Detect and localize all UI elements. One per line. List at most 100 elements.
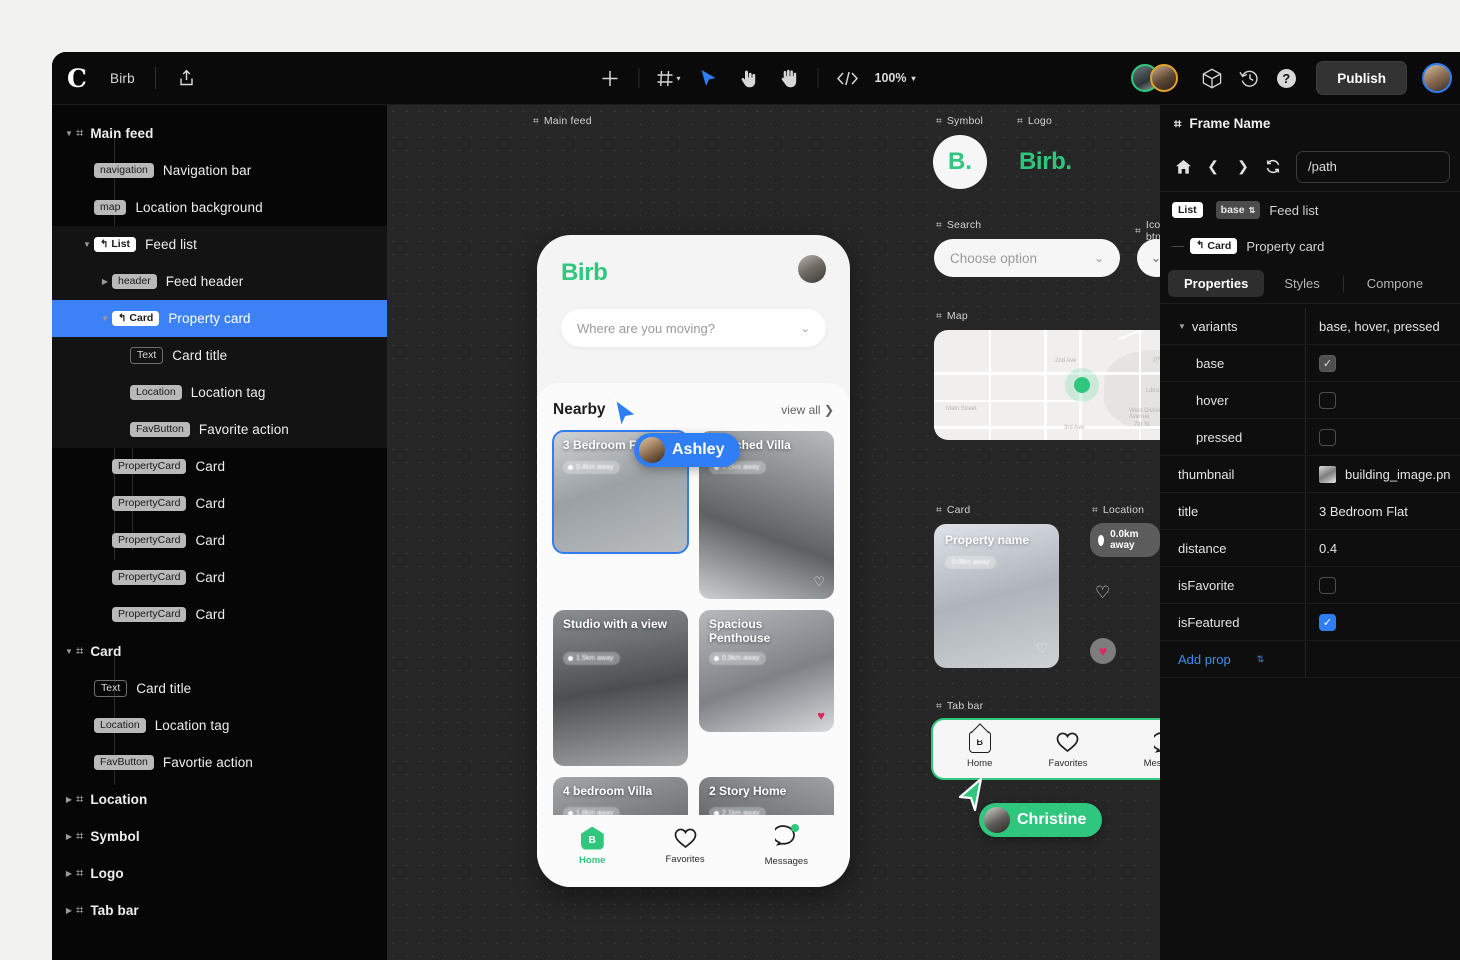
property-row[interactable]: title3 Bedroom Flat <box>1160 493 1460 530</box>
symbol-component[interactable]: B. <box>933 135 987 189</box>
frame-icon[interactable]: ▾ <box>650 61 688 95</box>
logo-component[interactable]: Birb. <box>1019 148 1072 176</box>
property-row[interactable]: hover <box>1160 382 1460 419</box>
layer-row[interactable]: LocationLocation tag <box>52 374 387 411</box>
hand-grab-icon[interactable] <box>770 61 808 95</box>
property-row[interactable]: thumbnailbuilding_image.pn <box>1160 456 1460 493</box>
add-icon[interactable] <box>591 61 629 95</box>
property-card[interactable]: Spacious Penthouse 0.9km away ♥ <box>699 610 834 732</box>
property-value[interactable]: 0.4 <box>1305 541 1460 556</box>
share-icon[interactable] <box>174 65 200 91</box>
property-checkbox[interactable] <box>1319 392 1336 409</box>
property-checkbox[interactable] <box>1319 577 1336 594</box>
frame-label-logo[interactable]: ⌗ Logo <box>1017 115 1052 127</box>
cursor-select-icon[interactable] <box>690 61 728 95</box>
property-value[interactable]: 3 Bedroom Flat <box>1305 504 1460 519</box>
layer-row[interactable]: navigationNavigation bar <box>52 152 387 189</box>
chevron-right-icon[interactable]: ❯ <box>1230 154 1256 180</box>
tab-styles[interactable]: Styles <box>1268 270 1335 297</box>
property-row[interactable]: isFavorite <box>1160 567 1460 604</box>
tab-favorites[interactable]: Favorites <box>666 828 705 865</box>
property-card[interactable]: Studio with a view 1.5km away <box>553 610 688 766</box>
stepper-icon[interactable]: ⇅ <box>1257 654 1265 665</box>
inspector-panel[interactable]: ⌗ Frame Name ❮ ❯ /path List base ⇅ <box>1160 105 1460 960</box>
layer-row[interactable]: PropertyCardCard <box>52 448 387 485</box>
tab-favorites[interactable]: Favorites <box>1048 732 1087 769</box>
phone-user-avatar[interactable] <box>798 255 826 283</box>
layers-panel[interactable]: ▼⌗Main feednavigationNavigation barmapLo… <box>52 105 387 960</box>
layer-row[interactable]: ▼↰CardProperty card <box>52 300 387 337</box>
layer-row[interactable]: FavButtonFavorite action <box>52 411 387 448</box>
breadcrumb-property-card[interactable]: ↰ Card Property card <box>1160 228 1460 264</box>
chevron-left-icon[interactable]: ❮ <box>1200 154 1226 180</box>
property-row[interactable]: ▼variantsbase, hover, pressed <box>1160 308 1460 345</box>
favorite-icon[interactable]: ♡ <box>813 574 825 590</box>
view-all-link[interactable]: view all ❯ <box>781 403 834 417</box>
frame-label-card[interactable]: ⌗ Card <box>936 504 970 516</box>
tab-components[interactable]: Compone <box>1351 270 1439 297</box>
layer-row[interactable]: PropertyCardCard <box>52 596 387 633</box>
map-location-dot[interactable] <box>1074 377 1090 393</box>
layer-row[interactable]: TextCard title <box>52 670 387 707</box>
layer-row[interactable]: ▼⌗Card <box>52 633 387 670</box>
layer-row[interactable]: LocationLocation tag <box>52 707 387 744</box>
favorite-icon-inactive[interactable]: ♡ <box>1095 583 1110 603</box>
chevron-down-icon[interactable]: ▼ <box>62 129 76 138</box>
layer-row[interactable]: ▶⌗Location <box>52 781 387 818</box>
package-icon[interactable] <box>1195 61 1229 95</box>
icon-button-component[interactable]: ⌄ <box>1137 239 1160 277</box>
publish-button[interactable]: Publish <box>1316 61 1407 95</box>
chevron-down-icon[interactable]: ▼ <box>62 647 76 656</box>
phone-mockup[interactable]: Birb Where are you moving? ⌄ Nearby view… <box>537 235 850 887</box>
frame-label-tab-bar[interactable]: ⌗ Tab bar <box>936 700 983 712</box>
search-select-component[interactable]: Choose option ⌄ <box>934 239 1120 277</box>
property-value[interactable] <box>1305 392 1460 409</box>
brand-c-icon[interactable]: C <box>62 63 92 93</box>
frame-label-search[interactable]: ⌗ Search <box>936 219 981 231</box>
add-prop-label[interactable]: Add prop <box>1178 652 1231 667</box>
layer-row[interactable]: ▶headerFeed header <box>52 263 387 300</box>
layer-row[interactable]: PropertyCardCard <box>52 522 387 559</box>
frame-label-location[interactable]: ⌗ Location <box>1092 504 1144 516</box>
layer-row[interactable]: ▼⌗Main feed <box>52 115 387 152</box>
layer-row[interactable]: PropertyCardCard <box>52 485 387 522</box>
layer-row[interactable]: FavButtonFavortie action <box>52 744 387 781</box>
map-component[interactable]: 2nd Ave 2nd Avenue Main Street 3rd Ave 7… <box>934 330 1160 440</box>
tab-properties[interactable]: Properties <box>1168 270 1264 297</box>
chevron-right-icon[interactable]: ▶ <box>62 869 76 878</box>
property-row[interactable]: pressed <box>1160 419 1460 456</box>
chevron-right-icon[interactable]: ▶ <box>98 277 112 286</box>
help-icon[interactable]: ? <box>1269 61 1303 95</box>
favorite-icon[interactable]: ♡ <box>1035 640 1048 657</box>
variant-select[interactable]: base ⇅ <box>1216 201 1261 219</box>
hand-point-icon[interactable] <box>730 61 768 95</box>
card-component[interactable]: Property name 0.0km away ♡ <box>934 524 1059 668</box>
add-prop-row[interactable]: Add prop ⇅ <box>1160 641 1460 678</box>
layer-row[interactable]: ▼↰ListFeed list <box>52 226 387 263</box>
layer-row[interactable]: ▶⌗Symbol <box>52 818 387 855</box>
frame-label-symbol[interactable]: ⌗ Symbol <box>936 115 983 127</box>
frame-label-main-feed[interactable]: ⌗ Main feed <box>533 115 592 127</box>
favorite-icon-active[interactable]: ♥ <box>1090 638 1116 664</box>
layer-row[interactable]: mapLocation background <box>52 189 387 226</box>
property-checkbox[interactable] <box>1319 429 1336 446</box>
property-checkbox[interactable]: ✓ <box>1319 355 1336 372</box>
property-value[interactable]: base, hover, pressed <box>1305 319 1460 334</box>
chevron-right-icon[interactable]: ▶ <box>62 832 76 841</box>
document-title[interactable]: Birb <box>110 71 135 86</box>
home-icon[interactable] <box>1170 154 1196 180</box>
property-value[interactable]: ✓ <box>1305 614 1460 631</box>
property-value[interactable] <box>1305 577 1460 594</box>
design-canvas[interactable]: ⌗ Main feed Birb Where are you moving? ⌄… <box>387 105 1160 960</box>
breadcrumb-feed-list[interactable]: List base ⇅ Feed list <box>1160 192 1460 228</box>
location-pill-component[interactable]: 0.0km away <box>1090 523 1160 557</box>
property-value[interactable]: ✓ <box>1305 355 1460 372</box>
tabbar-component[interactable]: B Home Favorites Messages <box>931 718 1160 780</box>
property-value[interactable]: building_image.pn <box>1305 466 1460 483</box>
property-value[interactable] <box>1305 429 1460 446</box>
zoom-control[interactable]: 100% ▾ <box>869 71 922 85</box>
chevron-down-icon[interactable]: ▼ <box>80 240 94 249</box>
chevron-right-icon[interactable]: ▶ <box>62 906 76 915</box>
chevron-down-icon[interactable]: ▼ <box>1178 322 1186 331</box>
code-icon[interactable] <box>829 61 867 95</box>
